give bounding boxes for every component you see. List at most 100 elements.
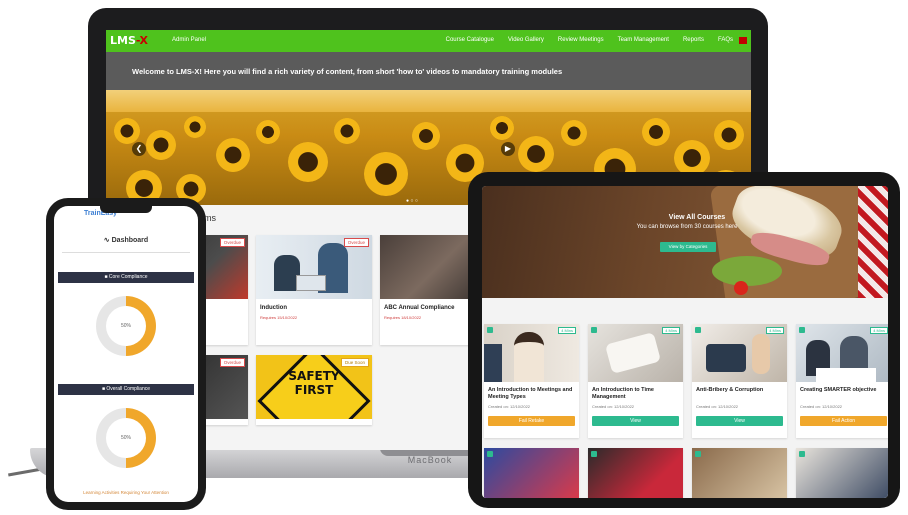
checkered-cloth-image — [858, 186, 888, 298]
course-card[interactable]: 4 Mins Creating SMARTER objective Create… — [796, 324, 888, 438]
nav-link-video-gallery[interactable]: Video Gallery — [508, 37, 544, 43]
sunflower-image — [184, 116, 206, 138]
tablet-hero-banner: View All Courses You can browse from 30 … — [482, 186, 888, 298]
chart-icon: ■ — [101, 386, 105, 392]
course-date: Requires 18/10/2022 — [384, 315, 422, 320]
status-badge: Overdue — [219, 238, 245, 247]
sunflower-image — [146, 130, 176, 160]
course-card[interactable]: SAFETY FIRST Due Soon — [256, 355, 372, 425]
check-icon — [695, 327, 701, 333]
view-by-categories-button[interactable]: View by Categories — [660, 242, 716, 252]
nav-link-reports[interactable]: Reports — [683, 37, 704, 43]
course-view-button[interactable]: View — [696, 416, 783, 426]
check-icon — [799, 451, 805, 457]
course-title: An Introduction to Time Management — [592, 387, 654, 400]
carousel-play-icon[interactable]: ▶ — [501, 142, 515, 156]
overall-compliance-percent: 50% — [106, 418, 146, 458]
admin-panel-link[interactable]: Admin Panel — [172, 37, 206, 43]
course-card[interactable] — [588, 448, 683, 498]
laptop-brand-label: MacBook — [407, 455, 453, 465]
nav-link-course-catalogue[interactable]: Course Catalogue — [446, 37, 494, 43]
course-title: An Introduction to Meetings and Meeting … — [488, 387, 573, 400]
sunflower-image — [364, 152, 408, 196]
carousel-prev-icon[interactable]: ❮ — [132, 142, 146, 156]
check-icon — [487, 451, 493, 457]
course-title: ABC Annual Compliance — [384, 305, 455, 311]
course-thumbnail — [588, 448, 683, 498]
course-date: Created on: 12/10/2022 — [592, 404, 635, 409]
sunflower-image — [412, 122, 440, 150]
course-card[interactable] — [796, 448, 888, 498]
tablet-screen: View All Courses You can browse from 30 … — [482, 186, 888, 498]
sunflower-image — [256, 120, 280, 144]
course-card[interactable] — [692, 448, 787, 498]
nav-link-review-meetings[interactable]: Review Meetings — [558, 37, 604, 43]
check-icon — [695, 451, 701, 457]
status-badge: Overdue — [343, 238, 369, 247]
duration-badge: 4 Mins — [766, 327, 784, 334]
course-action-button[interactable]: Fail Action — [800, 416, 887, 426]
sunflower-image — [714, 120, 744, 150]
lms-logo[interactable]: LMS-X — [110, 34, 148, 47]
course-title: Anti-Bribery & Corruption — [696, 387, 764, 393]
check-icon — [591, 327, 597, 333]
course-date: Created on: 12/10/2022 — [488, 404, 531, 409]
hero-title: View All Courses — [668, 214, 726, 221]
hero-sky — [106, 90, 751, 112]
duration-badge: 4 Mins — [558, 327, 576, 334]
phone-notch — [100, 205, 152, 213]
course-card[interactable]: 4 Mins An Introduction to Time Managemen… — [588, 324, 683, 438]
sunflower-image — [334, 118, 360, 144]
course-thumbnail — [796, 448, 888, 498]
tomato-image — [734, 281, 748, 295]
course-card[interactable] — [484, 448, 579, 498]
nav-link-team-management[interactable]: Team Management — [618, 37, 669, 43]
course-date: Requires 15/10/2022 — [260, 315, 298, 320]
course-title: Creating SMARTER objective — [800, 387, 877, 393]
course-card[interactable]: 4 Mins An Introduction to Meetings and M… — [484, 324, 579, 438]
sunflower-image — [288, 142, 328, 182]
check-icon — [591, 451, 597, 457]
check-icon — [799, 327, 805, 333]
status-badge: Due Soon — [340, 358, 369, 367]
core-compliance-bar: ■ Core Compliance — [58, 272, 194, 283]
device-mockup-stage: MacBook LMS-X Admin Panel Course Catalog… — [0, 0, 908, 515]
divider — [62, 252, 190, 253]
course-card[interactable]: 4 Mins Anti-Bribery & Corruption Created… — [692, 324, 787, 438]
course-date: Created on: 12/10/2022 — [800, 404, 843, 409]
dashboard-title: ∿ Dashboard — [54, 236, 198, 244]
course-date: Created on: 12/10/2022 — [696, 404, 739, 409]
sunflower-image — [114, 118, 140, 144]
welcome-banner: Welcome to LMS-X! Here you will find a r… — [106, 52, 751, 90]
nav-link-faqs[interactable]: FAQs — [718, 37, 733, 43]
course-view-button[interactable]: View — [592, 416, 679, 426]
course-title: Induction — [260, 305, 287, 311]
overall-compliance-bar: ■ Overall Compliance — [58, 384, 194, 395]
sunflower-image — [561, 120, 587, 146]
language-flag-icon[interactable] — [739, 37, 747, 44]
phone-screen: TrainEasy ∿ Dashboard ■ Core Compliance … — [54, 206, 198, 502]
carousel-dots[interactable]: ● ○ ○ — [406, 198, 418, 204]
sunflower-image — [518, 136, 554, 172]
lms-nav-links: Course Catalogue Video Gallery Review Me… — [446, 37, 733, 43]
hero-subtitle: You can browse from 30 courses here — [636, 224, 738, 230]
course-thumbnail — [692, 448, 787, 498]
sunflower-image — [490, 116, 514, 140]
safety-sign-text: SAFETY — [288, 369, 340, 383]
welcome-text: Welcome to LMS-X! Here you will find a r… — [132, 67, 563, 76]
pulse-icon: ∿ — [103, 237, 110, 244]
duration-badge: 4 Mins — [662, 327, 680, 334]
course-card[interactable]: Overdue Induction Requires 15/10/2022 — [256, 235, 372, 345]
safety-sign-text: FIRST — [294, 383, 334, 397]
core-compliance-label: Core Compliance — [108, 274, 148, 280]
attention-footer-text: Learning Activities Requiring Your Atten… — [83, 490, 169, 495]
sunflower-image — [216, 138, 250, 172]
check-icon — [487, 327, 493, 333]
course-thumbnail — [484, 448, 579, 498]
overall-compliance-label: Overall Compliance — [106, 386, 151, 392]
course-action-button[interactable]: Fail Retake — [488, 416, 575, 426]
dashboard-title-text: Dashboard — [111, 237, 149, 244]
duration-badge: 4 Mins — [870, 327, 888, 334]
sunflower-image — [642, 118, 670, 146]
core-compliance-percent: 50% — [106, 306, 146, 346]
